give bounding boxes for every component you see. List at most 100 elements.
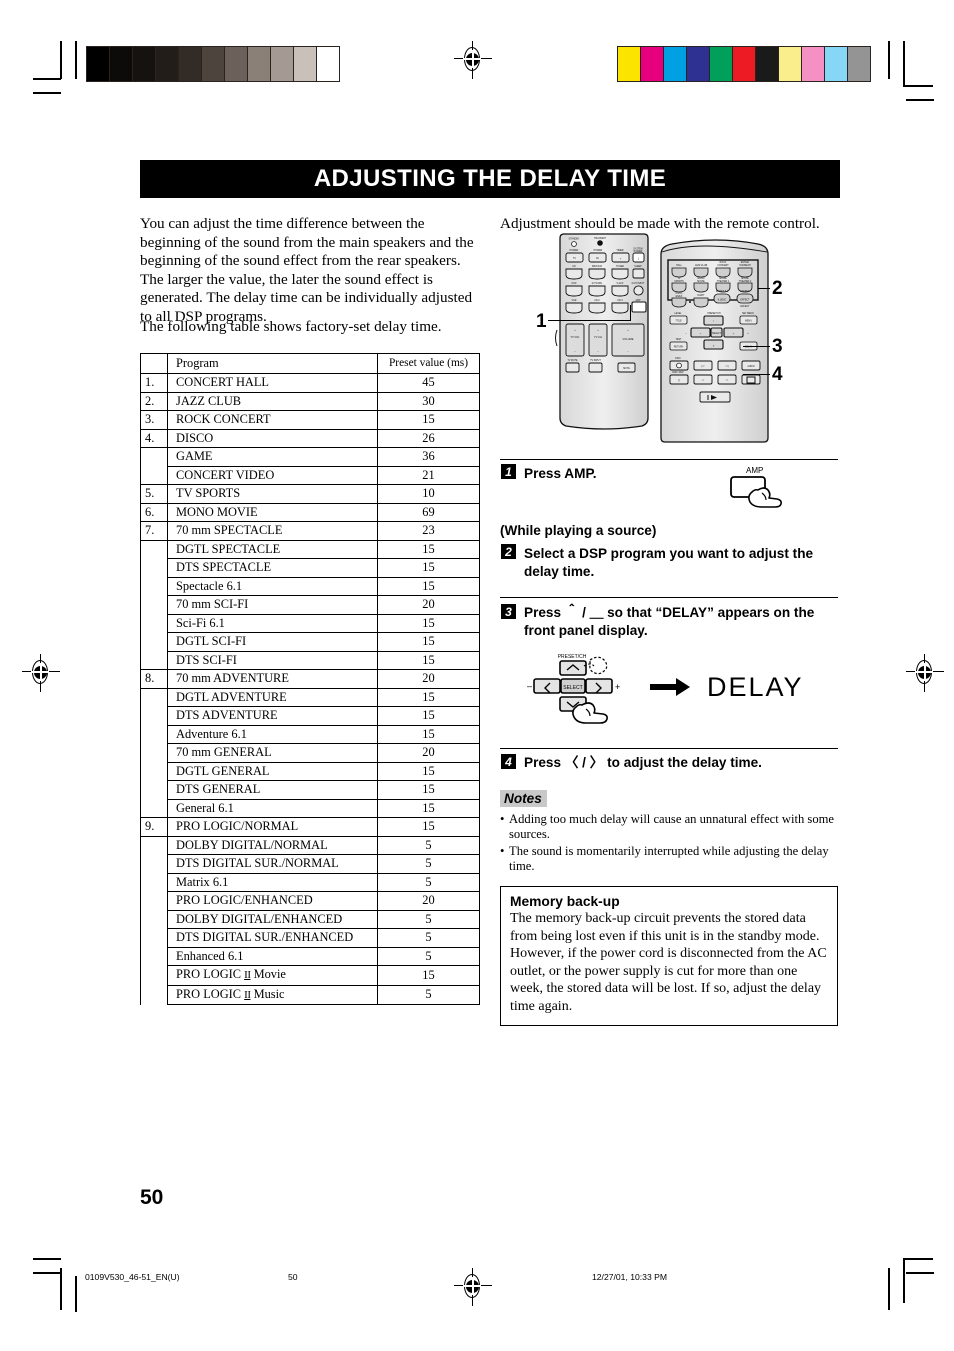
step-1-number: 1 <box>501 464 516 479</box>
table-row: DOLBY DIGITAL/NORMAL 5 <box>140 835 480 855</box>
row-program: CONCERT VIDEO <box>167 465 378 485</box>
row-value: 15 <box>377 539 480 559</box>
table-row: PRO LOGIC/ENHANCED 20 <box>140 891 480 911</box>
svg-text:DELAY: DELAY <box>707 672 804 702</box>
registration-mark-top <box>454 41 492 79</box>
note-text: The sound is momentarily interrupted whi… <box>509 843 829 874</box>
table-row: 1. CONCERT HALL 45 <box>140 373 480 393</box>
interlude-text: (While playing a source) <box>500 523 657 538</box>
row-index: 2. <box>140 391 168 411</box>
gray-swatch-8 <box>271 47 294 81</box>
crop-mark-bottom-left-v2 <box>75 1276 77 1312</box>
table-row: PRO LOGIC II Movie 15 <box>140 965 480 986</box>
row-value: 15 <box>377 724 480 744</box>
row-program: DTS ADVENTURE <box>167 706 378 726</box>
row-value: 15 <box>377 798 480 818</box>
svg-text:6.CH INPUT: 6.CH INPUT <box>632 283 645 285</box>
row-value: 15 <box>377 410 480 430</box>
table-row: 9. PRO LOGIC/NORMAL 15 <box>140 817 480 837</box>
color-swatch-10 <box>848 47 870 81</box>
svg-text:DISC SKIP: DISC SKIP <box>672 372 684 374</box>
row-program: DTS GENERAL <box>167 780 378 800</box>
table-row: 4. DISCO 26 <box>140 428 480 448</box>
svg-text:RETURN: RETURN <box>674 347 684 349</box>
svg-text:AMP: AMP <box>636 299 641 302</box>
svg-text:STANDBY: STANDBY <box>569 238 580 241</box>
row-program: 70 mm SCI-FI <box>167 595 378 615</box>
svg-text:PRESET/CH: PRESET/CH <box>707 313 720 315</box>
row-program: CONCERT HALL <box>167 373 378 393</box>
svg-text:V-AUX: V-AUX <box>617 282 624 285</box>
row-value: 5 <box>377 946 480 966</box>
table-row: 2. JAZZ CLUB 30 <box>140 391 480 411</box>
row-value: 20 <box>377 743 480 763</box>
row-value: 20 <box>377 595 480 615</box>
row-index: 8. <box>140 669 168 689</box>
crop-mark-top-right-h2 <box>906 99 934 101</box>
table-row: Matrix 6.1 5 <box>140 872 480 892</box>
memory-backup-box: Memory back-up The memory back-up circui… <box>500 886 838 1026</box>
delay-time-table: Program Preset value (ms) 1. CONCERT HALL 45… <box>140 353 480 1005</box>
gray-swatch-10 <box>317 47 339 81</box>
row-program: PRO LOGIC II Movie <box>167 965 378 986</box>
row-value: 15 <box>377 613 480 633</box>
row-value: 5 <box>377 854 480 874</box>
crop-mark-top-left-v <box>60 41 62 79</box>
row-index <box>140 725 168 744</box>
row-index <box>140 965 168 985</box>
gray-swatch-7 <box>248 47 271 81</box>
row-value: 15 <box>377 965 480 986</box>
svg-text:+: + <box>615 682 620 692</box>
svg-text:ROCK: ROCK <box>720 262 727 264</box>
callout-1: 1 <box>536 311 547 332</box>
row-program: PRO LOGIC II Music <box>167 984 378 1005</box>
row-program: Spectacle 6.1 <box>167 576 378 596</box>
table-row: 70 mm SCI-FI 20 <box>140 595 480 615</box>
row-index <box>140 910 168 929</box>
display-delay-text: DELAY <box>707 672 804 703</box>
svg-text:MUTE: MUTE <box>623 368 630 370</box>
svg-text:MONO: MONO <box>697 278 704 280</box>
svg-text:6.1/ESC: 6.1/ESC <box>718 300 727 302</box>
svg-text:SLEEP: SLEEP <box>634 266 642 268</box>
table-row: DTS GENERAL 15 <box>140 780 480 800</box>
svg-text:NIGHT: NIGHT <box>697 295 705 297</box>
color-swatch-2 <box>664 47 687 81</box>
svg-text:AMP: AMP <box>746 466 763 475</box>
color-swatch-7 <box>779 47 802 81</box>
color-swatch-9 <box>825 47 848 81</box>
row-program: PRO LOGIC/NORMAL <box>167 817 378 837</box>
row-index <box>140 558 168 577</box>
svg-text:STEREO: STEREO <box>740 291 750 293</box>
callout-1-leader <box>548 320 631 322</box>
bullet-icon: • <box>500 812 505 826</box>
table-row: Spectacle 6.1 15 <box>140 576 480 596</box>
step-1-text: Press AMP. <box>524 466 597 481</box>
svg-text:EFFECT: EFFECT <box>741 306 751 308</box>
color-swatch-4 <box>710 47 733 81</box>
row-index: 4. <box>140 428 168 448</box>
bullet-icon: • <box>500 843 505 858</box>
row-index <box>140 577 168 596</box>
crop-mark-bottom-right-v2 <box>903 1258 905 1303</box>
table-row: DGTL SPECTACLE 15 <box>140 539 480 559</box>
row-index <box>140 651 168 670</box>
crop-mark-top-left-v2 <box>75 41 77 79</box>
row-index <box>140 928 168 947</box>
row-program: JAZZ CLUB <box>167 391 378 411</box>
row-index <box>140 947 168 966</box>
row-index <box>140 985 168 1005</box>
remote-left-body: STANDBY TRANSMIT POWER POWER TIMER SYSTE… <box>555 233 649 430</box>
crop-mark-top-right-v <box>888 41 890 79</box>
intro-paragraph-1: You can adjust the time difference betwe… <box>140 215 474 325</box>
svg-text:TV INPUT: TV INPUT <box>590 360 601 362</box>
crop-mark-bottom-right-h <box>903 1258 933 1260</box>
callout-2-leader <box>758 288 770 290</box>
svg-text:6.1/5.1: 6.1/5.1 <box>675 293 683 295</box>
svg-text:ES/EX: ES/EX <box>676 296 683 298</box>
row-value: 69 <box>377 502 480 522</box>
svg-text:TV: TV <box>573 258 576 260</box>
svg-text:CD-2: CD-2 <box>594 300 600 302</box>
note-item: • The sound is momentarily interrupted wh… <box>500 844 840 875</box>
row-program: PRO LOGIC/ENHANCED <box>167 891 378 911</box>
